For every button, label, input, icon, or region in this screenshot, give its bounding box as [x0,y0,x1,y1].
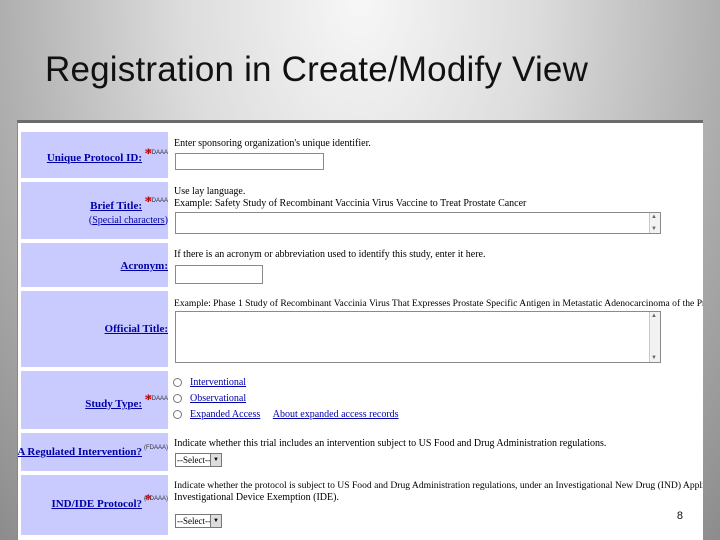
scrollbar[interactable]: ▲ ▼ [649,213,660,233]
field-cell: If there is an acronym or abbreviation u… [171,243,701,287]
radio-button[interactable] [173,394,182,404]
radio-button[interactable] [173,410,182,420]
ind-ide-select[interactable]: --Select-- ▼ [175,514,222,528]
study-type-option-observational[interactable]: Observational [173,393,246,405]
label-cell: IND/IDE Protocol? * FDAAA [21,475,168,535]
label-cell: Study Type: * FDAAA [21,371,168,429]
form-screenshot: Unique Protocol ID: * FDAAA Enter sponso… [17,120,703,540]
label-cell: Acronym: [21,243,168,287]
special-characters-label[interactable]: Special characters [92,215,164,226]
fda-regulated-label[interactable]: FDA Regulated Intervention? [18,446,142,459]
row-ind-ide: IND/IDE Protocol? * FDAAA Indicate wheth… [21,475,703,535]
brief-title-label[interactable]: Brief Title: [90,200,142,213]
select-value: --Select-- [177,455,211,465]
fda-regulated-select[interactable]: --Select-- ▼ [175,453,222,467]
slide-title: Registration in Create/Modify View [45,50,589,89]
brief-title-hint-1: Use lay language. [174,186,246,197]
fdaaa-tag: FDAAA [144,445,168,452]
ind-ide-label[interactable]: IND/IDE Protocol? [51,498,142,511]
fdaaa-tag: FDAAA [147,396,168,402]
scroll-up-icon[interactable]: ▲ [651,214,657,220]
study-type-option-interventional[interactable]: Interventional [173,377,246,389]
fdaaa-tag: FDAAA [147,150,168,156]
official-title-label[interactable]: Official Title: [105,323,168,336]
scroll-up-icon[interactable]: ▲ [651,313,657,319]
row-fda-regulated: FDA Regulated Intervention? FDAAA Indica… [18,433,701,471]
ind-ide-hint-1: Indicate whether the protocol is subject… [174,480,703,491]
brief-title-textarea[interactable]: ▲ ▼ [175,212,661,234]
option-label[interactable]: Expanded Access [190,409,260,420]
row-brief-title: Brief Title: * FDAAA (Special characters… [21,182,701,239]
row-acronym: Acronym: If there is an acronym or abbre… [21,243,701,287]
study-type-label[interactable]: Study Type: [85,398,142,411]
study-type-option-expanded-access[interactable]: Expanded Access About expanded access re… [173,409,399,421]
field-cell: Interventional Observational Expanded Ac… [171,371,701,429]
row-unique-protocol-id: Unique Protocol ID: * FDAAA Enter sponso… [21,132,701,178]
field-cell: Indicate whether this trial includes an … [171,433,701,471]
field-cell: Indicate whether the protocol is subject… [171,475,703,535]
label-cell: Brief Title: * FDAAA (Special characters… [21,182,168,239]
field-cell: Example: Phase 1 Study of Recombinant Va… [171,291,703,367]
field-cell: Use lay language. Example: Safety Study … [171,182,701,239]
fdaaa-tag: FDAAA [144,496,168,503]
row-official-title: Official Title: Example: Phase 1 Study o… [21,291,703,367]
chevron-down-icon[interactable]: ▼ [210,515,221,527]
acronym-input[interactable] [175,265,263,284]
acronym-label[interactable]: Acronym: [121,260,168,273]
fda-regulated-hint: Indicate whether this trial includes an … [174,438,607,449]
special-characters-link[interactable]: (Special characters) [89,215,168,226]
label-cell: Official Title: [21,291,168,367]
acronym-hint: If there is an acronym or abbreviation u… [174,249,486,260]
scroll-down-icon[interactable]: ▼ [651,226,657,232]
unique-protocol-id-label[interactable]: Unique Protocol ID: [47,152,142,165]
field-cell: Enter sponsoring organization's unique i… [171,132,701,178]
option-label[interactable]: Interventional [190,377,246,388]
official-title-textarea[interactable]: ▲ ▼ [175,311,661,363]
scroll-down-icon[interactable]: ▼ [651,355,657,361]
page-number: 8 [676,510,683,522]
scrollbar[interactable]: ▲ ▼ [649,312,660,362]
official-title-hint: Example: Phase 1 Study of Recombinant Va… [174,298,703,309]
row-study-type: Study Type: * FDAAA Interventional Obser… [21,371,701,429]
label-cell: FDA Regulated Intervention? FDAAA [18,433,168,471]
label-cell: Unique Protocol ID: * FDAAA [21,132,168,178]
fdaaa-tag: FDAAA [147,198,168,204]
unique-protocol-id-input[interactable] [175,153,324,170]
ind-ide-hint-2: Investigational Device Exemption (IDE). [174,492,339,503]
chevron-down-icon[interactable]: ▼ [210,454,221,466]
option-label[interactable]: Observational [190,393,246,404]
unique-protocol-id-hint: Enter sponsoring organization's unique i… [174,138,371,149]
radio-button[interactable] [173,378,182,388]
brief-title-hint-2: Example: Safety Study of Recombinant Vac… [174,198,527,209]
select-value: --Select-- [177,516,211,526]
about-expanded-access-link[interactable]: About expanded access records [273,409,399,420]
